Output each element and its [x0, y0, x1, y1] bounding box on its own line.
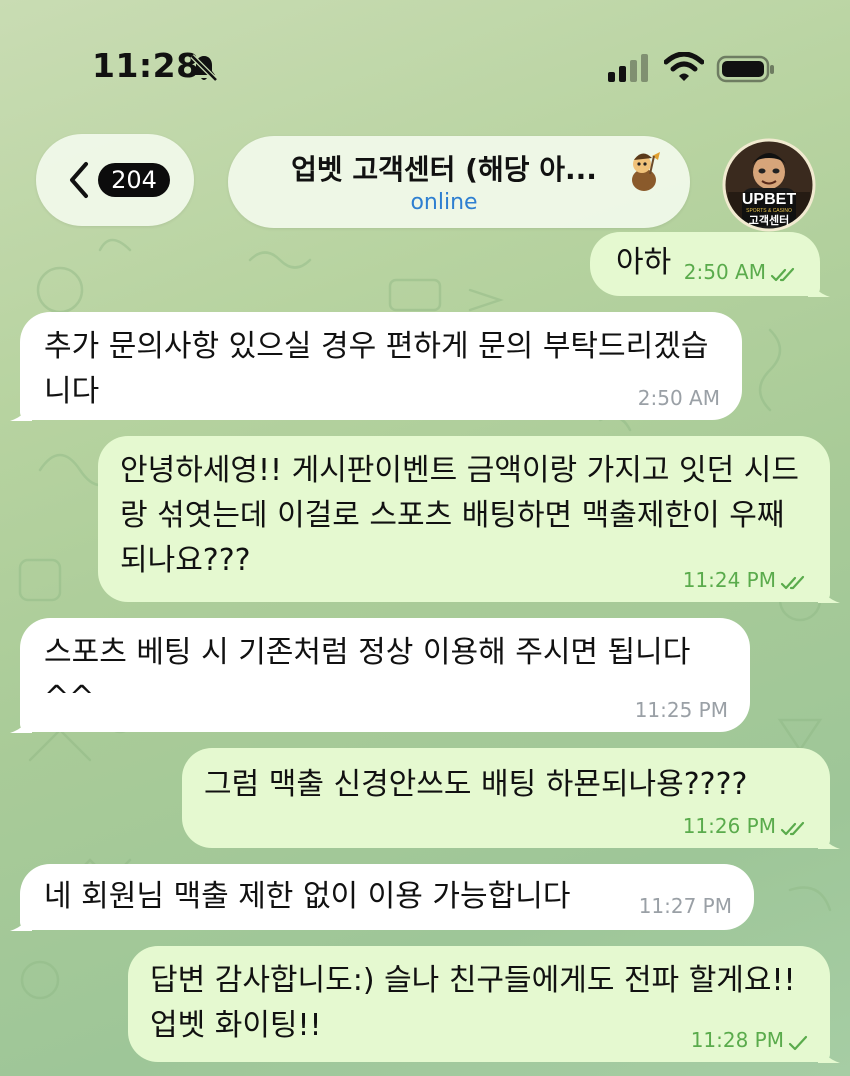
message-meta: 11:26 PM — [683, 814, 808, 838]
chat-header[interactable]: 업벳 고객센터 (해당 아... online — [228, 136, 690, 228]
bubble-tail — [818, 1041, 840, 1063]
message-bubble-outgoing[interactable]: 그럼 맥출 신경안쓰도 배팅 하묜되나용???? 11:26 PM — [182, 748, 840, 849]
message-time: 2:50 AM — [637, 386, 720, 410]
message-bubble-outgoing[interactable]: 아하 2:50 AM — [590, 232, 830, 297]
double-check-icon — [780, 821, 805, 836]
message-time: 2:50 AM — [683, 260, 766, 284]
status-bar: 11:28 — [0, 0, 850, 120]
unread-count-badge: 204 — [98, 163, 170, 197]
bubble-tail — [818, 581, 840, 603]
status-time: 11:28 — [92, 46, 200, 85]
chat-title: 업벳 고객센터 (해당 아... — [291, 153, 597, 186]
message-text: 추가 문의사항 있으실 경우 편하게 문의 부탁드리겠습니다 — [44, 329, 709, 409]
bubble-tail — [10, 399, 32, 421]
avatar-caption: 고객센터 — [749, 213, 789, 227]
message-time: 11:24 PM — [682, 568, 776, 592]
message-time: 11:27 PM — [638, 894, 732, 918]
message-bubble-outgoing[interactable]: 안녕하세영!! 게시판이벤트 금액이랑 가지고 잇던 시드랑 섞엿는데 이걸로 … — [98, 436, 840, 603]
message-meta: 11:24 PM — [683, 568, 808, 592]
avatar[interactable]: UPBET SPORTS & CASINO 고객센터 — [722, 138, 816, 232]
message-time: 11:26 PM — [682, 814, 776, 838]
message-meta: 2:50 AM — [684, 260, 798, 284]
message-meta: 11:28 PM — [691, 1028, 808, 1052]
bell-slash-icon — [190, 54, 218, 82]
online-status: online — [410, 190, 478, 215]
message-text: 아하 — [616, 245, 672, 280]
cartoon-character-emoji — [632, 152, 660, 191]
bubble-tail — [818, 827, 840, 849]
message-time: 11:28 PM — [690, 1028, 784, 1052]
message-text: 그럼 맥출 신경안쓰도 배팅 하묜되나용???? — [204, 767, 748, 802]
message-text: 네 회원님 맥출 제한 없이 이용 가능합니다 — [44, 879, 571, 914]
avatar-logo-text: UPBET — [742, 191, 796, 208]
message-meta: 11:25 PM — [635, 698, 728, 722]
message-bubble-incoming[interactable]: 스포츠 베팅 시 기존처럼 정상 이용해 주시면 됩니다^^ 11:25 PM — [10, 618, 750, 733]
single-check-icon — [788, 1035, 808, 1051]
bubble-tail — [10, 909, 32, 931]
message-text: 안녕하세영!! 게시판이벤트 금액이랑 가지고 잇던 시드랑 섞엿는데 이걸로 … — [120, 453, 799, 578]
back-button[interactable]: 204 — [36, 134, 194, 226]
message-meta: 11:27 PM — [639, 894, 732, 918]
double-check-icon — [780, 575, 805, 590]
double-check-icon — [770, 267, 795, 282]
signal-icon — [608, 54, 648, 82]
message-time: 11:25 PM — [634, 698, 728, 722]
message-bubble-outgoing[interactable]: 답변 감사합니도:) 슬나 친구들에게도 전파 할게요!! 업벳 화이팅!! 1… — [128, 946, 840, 1063]
message-bubble-incoming[interactable]: 네 회원님 맥출 제한 없이 이용 가능합니다 11:27 PM — [10, 864, 754, 931]
bubble-tail — [808, 275, 830, 297]
message-bubble-incoming[interactable]: 추가 문의사항 있으실 경우 편하게 문의 부탁드리겠습니다 2:50 AM — [10, 312, 742, 421]
battery-icon — [716, 55, 774, 83]
chevron-left-icon — [70, 162, 88, 198]
wifi-icon — [664, 52, 704, 81]
bubble-tail — [10, 711, 32, 733]
message-text: 스포츠 베팅 시 기존처럼 정상 이용해 주시면 됩니다^^ — [44, 635, 691, 715]
message-meta: 2:50 AM — [638, 386, 720, 410]
